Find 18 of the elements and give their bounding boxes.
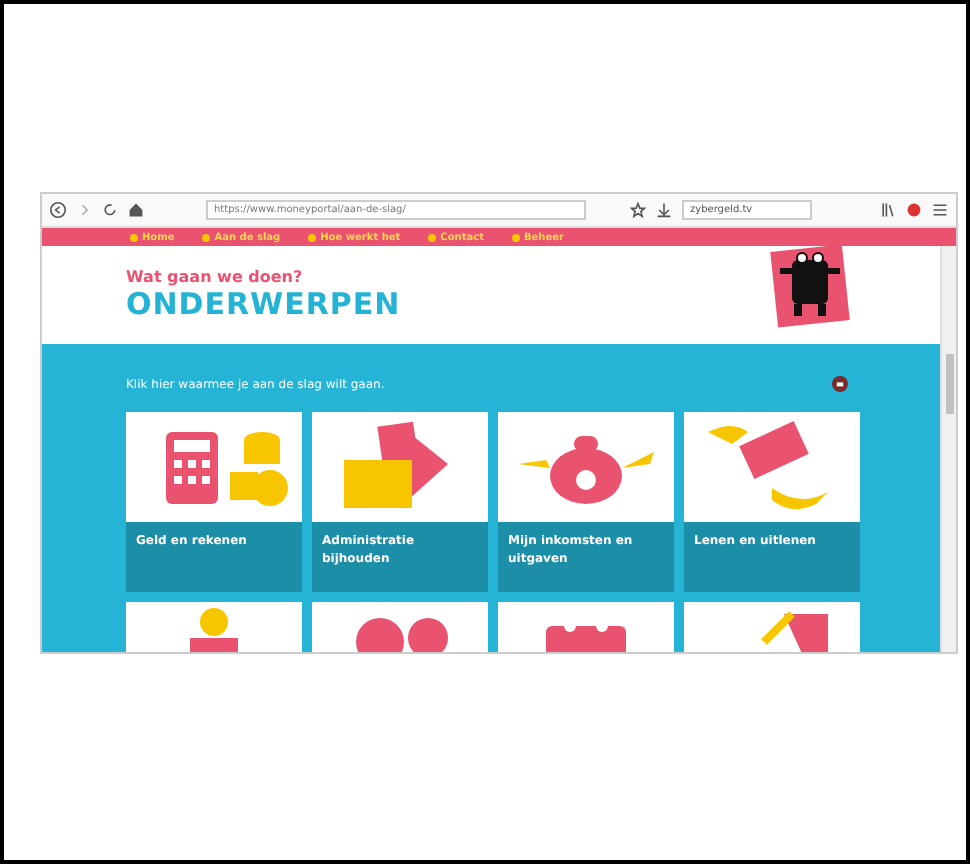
price-tag-drawing <box>761 611 828 652</box>
home-icon[interactable] <box>128 202 144 218</box>
reload-icon[interactable] <box>102 202 118 218</box>
folder-papers-drawing <box>344 421 448 508</box>
back-icon[interactable] <box>50 202 66 218</box>
calculator-coins-drawing <box>166 432 288 506</box>
addon-icon[interactable] <box>906 202 922 218</box>
calendar-drawing <box>546 620 626 652</box>
download-icon[interactable] <box>656 202 672 218</box>
speech-bubbles-drawing <box>356 618 448 652</box>
speaker-icon[interactable] <box>832 376 848 392</box>
coin-box-drawing <box>190 608 238 652</box>
bookmark-star-icon[interactable] <box>630 202 646 218</box>
purse-arrows-drawing <box>518 436 654 504</box>
page-title: ONDERWERPEN <box>126 286 401 322</box>
menu-icon[interactable] <box>932 202 948 218</box>
page-subtitle: Wat gaan we doen? <box>126 268 305 286</box>
library-icon[interactable] <box>880 202 896 218</box>
